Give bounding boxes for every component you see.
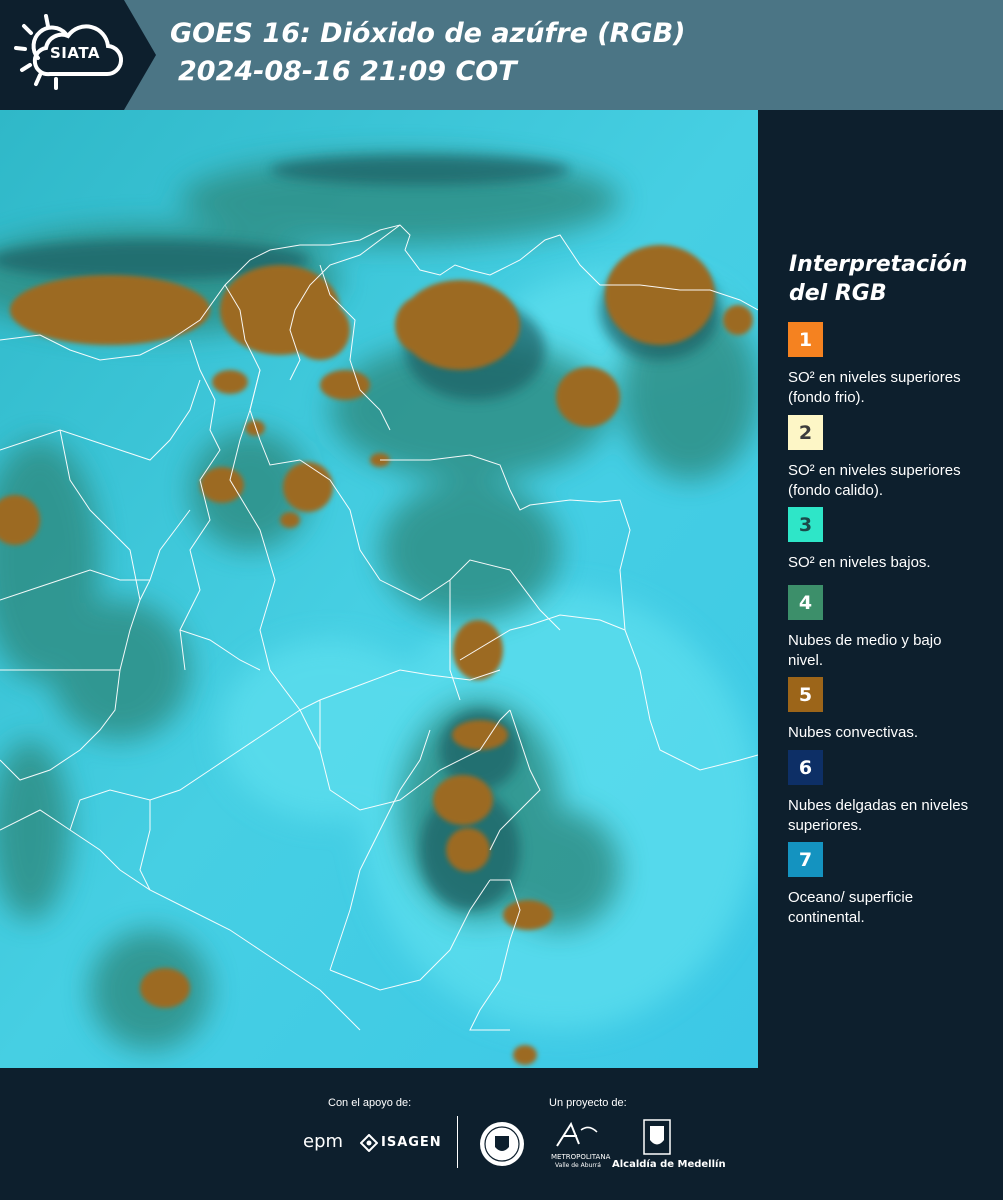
legend-number: 7 — [798, 848, 813, 871]
area-metropolitana-icon[interactable] — [553, 1120, 599, 1150]
legend-title: Interpretación del RGB — [789, 252, 968, 306]
page-title: GOES 16: Dióxido de azúfre (RGB) — [170, 18, 686, 49]
project-label: Un proyecto de: — [549, 1097, 627, 1109]
legend-label: SO² en niveles superiores (fondo calido)… — [788, 462, 961, 499]
legend-item-3: 3 SO² en niveles bajos. — [788, 507, 988, 573]
page-timestamp: 2024-08-16 21:09 COT — [178, 56, 517, 87]
medellin-seal-icon[interactable] — [478, 1120, 526, 1168]
legend-swatch: 6 — [788, 750, 823, 785]
legend-number: 4 — [798, 591, 813, 614]
legend-swatch: 4 — [788, 585, 823, 620]
legend-item-1: 1 SO² en niveles superiores (fondo frio)… — [788, 322, 988, 408]
legend-item-5: 5 Nubes convectivas. — [788, 677, 988, 743]
siata-logo[interactable]: SIATA — [0, 0, 156, 110]
legend-label: SO² en niveles bajos. — [788, 554, 931, 571]
legend-swatch: 2 — [788, 415, 823, 450]
legend-label: Oceano/ superficie continental. — [788, 889, 914, 926]
legend-label: Nubes de medio y bajo nivel. — [788, 632, 942, 669]
footer-divider — [457, 1116, 458, 1168]
legend-panel: Interpretación del RGB 1 SO² en niveles … — [760, 110, 1003, 1068]
legend-number: 1 — [798, 328, 813, 351]
alcaldia-shield-icon[interactable] — [643, 1119, 671, 1155]
header-bar: SIATA GOES 16: Dióxido de azúfre (RGB) 2… — [0, 0, 1003, 110]
legend-swatch: 5 — [788, 677, 823, 712]
support-label: Con el apoyo de: — [328, 1097, 412, 1109]
alcaldia-text: Alcaldía de Medellín — [612, 1159, 726, 1170]
satellite-image — [0, 110, 758, 1068]
siata-logo-text: SIATA — [50, 44, 101, 62]
area-metropolitana-subtext: Valle de Aburrá — [555, 1162, 601, 1169]
isagen-icon — [360, 1134, 378, 1152]
legend-number: 5 — [798, 683, 813, 706]
legend-swatch: 7 — [788, 842, 823, 877]
legend-label: SO² en niveles superiores (fondo frio). — [788, 369, 961, 406]
isagen-logo[interactable]: ISAGEN — [381, 1135, 442, 1150]
legend-item-4: 4 Nubes de medio y bajo nivel. — [788, 585, 988, 671]
legend-item-2: 2 SO² en niveles superiores (fondo calid… — [788, 415, 988, 501]
legend-number: 3 — [798, 513, 813, 536]
epm-logo[interactable]: epm — [303, 1131, 343, 1152]
footer: Con el apoyo de: Un proyecto de: epm ISA… — [0, 1068, 1003, 1200]
legend-number: 6 — [798, 756, 813, 779]
satellite-map[interactable] — [0, 110, 758, 1068]
legend-swatch: 1 — [788, 322, 823, 357]
legend-label: Nubes delgadas en niveles superiores. — [788, 797, 969, 834]
legend-item-7: 7 Oceano/ superficie continental. — [788, 842, 988, 928]
legend-label: Nubes convectivas. — [788, 724, 919, 741]
legend-item-6: 6 Nubes delgadas en niveles superiores. — [788, 750, 988, 836]
legend-number: 2 — [798, 421, 813, 444]
area-metropolitana-text: METROPOLITANA — [551, 1153, 611, 1161]
legend-swatch: 3 — [788, 507, 823, 542]
